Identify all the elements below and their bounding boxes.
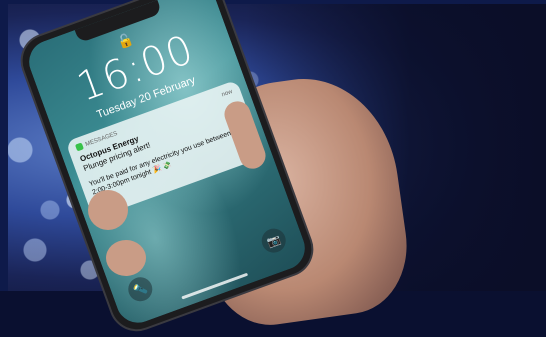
border-strip-left xyxy=(0,0,8,291)
border-strip-top xyxy=(0,0,546,4)
camera-icon[interactable]: 📷 xyxy=(258,225,290,257)
finger-lower xyxy=(106,240,146,276)
thumb xyxy=(88,190,128,230)
messages-app-icon xyxy=(74,142,84,152)
notification-time: now xyxy=(220,88,234,98)
flashlight-icon[interactable]: 🔦 xyxy=(124,273,156,305)
